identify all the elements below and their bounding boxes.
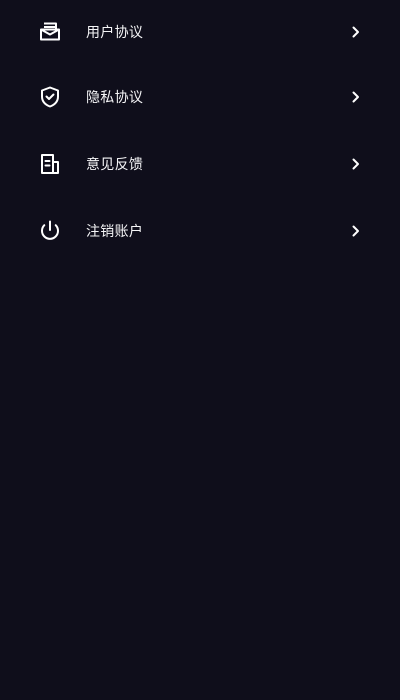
chevron-right-icon <box>350 225 362 237</box>
menu-item-user-agreement[interactable]: 用户协议 <box>0 0 400 63</box>
menu-item-label: 意见反馈 <box>86 156 144 173</box>
menu-item-feedback[interactable]: 意见反馈 <box>0 130 400 197</box>
menu-item-label: 注销账户 <box>86 223 144 240</box>
document-icon <box>38 152 62 176</box>
chevron-right-icon <box>350 91 362 103</box>
menu-item-label: 用户协议 <box>86 24 144 41</box>
menu-item-delete-account[interactable]: 注销账户 <box>0 197 400 264</box>
shield-check-icon <box>38 85 62 109</box>
chevron-right-icon <box>350 26 362 38</box>
power-icon <box>38 219 62 243</box>
menu-item-label: 隐私协议 <box>86 89 144 106</box>
chevron-right-icon <box>350 158 362 170</box>
settings-menu-list: 用户协议 隐私协议 意见反馈 注销账户 <box>0 0 400 264</box>
menu-item-privacy-policy[interactable]: 隐私协议 <box>0 63 400 130</box>
envelope-icon <box>38 20 62 44</box>
settings-screen: 用户协议 隐私协议 意见反馈 注销账户 <box>0 0 400 700</box>
